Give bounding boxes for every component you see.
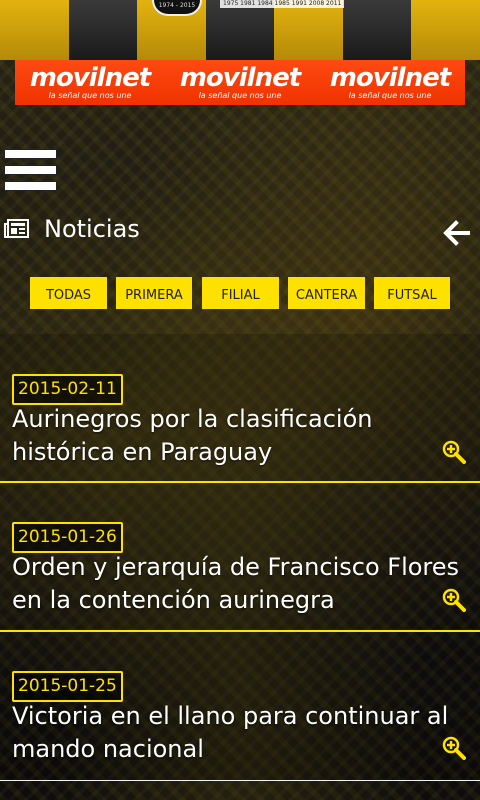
banner-stripe — [274, 0, 343, 60]
sponsor-logo-name: movilnet — [29, 63, 151, 93]
section-header: Noticias — [0, 212, 480, 252]
news-title[interactable]: Aurinegros por la clasificación históric… — [12, 403, 468, 469]
banner-stripe — [411, 0, 480, 60]
tab-cantera[interactable]: CANTERA — [288, 277, 365, 309]
sponsor-logo: movilnet la señal que nos une — [29, 63, 151, 100]
menu-bar — [4, 165, 57, 175]
news-item[interactable]: 2015-02-11 Aurinegros por la clasificaci… — [0, 334, 480, 483]
hamburger-menu-icon[interactable] — [4, 149, 57, 191]
tab-primera[interactable]: PRIMERA — [116, 277, 192, 309]
banner-stripe — [342, 0, 412, 60]
newspaper-icon — [4, 219, 29, 238]
sponsor-logo-tagline: la señal que nos une — [348, 91, 432, 100]
zoom-in-icon[interactable] — [442, 588, 466, 612]
news-date: 2015-01-25 — [12, 671, 123, 702]
zoom-in-icon[interactable] — [442, 440, 466, 464]
tab-futsal[interactable]: FUTSAL — [374, 277, 450, 309]
sponsor-logo-name: movilnet — [329, 63, 451, 93]
news-item[interactable]: 2015-01-25 Victoria en el llano para con… — [0, 632, 480, 781]
banner-stripe — [205, 0, 275, 60]
news-date: 2015-01-26 — [12, 522, 123, 553]
tab-filial[interactable]: FILIAL — [202, 277, 279, 309]
news-item[interactable]: 2015-01-26 Orden y jerarquía de Francisc… — [0, 483, 480, 632]
title-years: 1975 1981 1984 1985 1991 2008 2011 — [220, 0, 345, 8]
menu-bar — [4, 181, 57, 191]
tab-todas[interactable]: TODAS — [30, 277, 107, 309]
sponsor-banner: movilnet la señal que nos une movilnet l… — [15, 60, 465, 105]
sponsor-logo-tagline: la señal que nos une — [198, 91, 282, 100]
category-tabs: TODAS PRIMERA FILIAL CANTERA FUTSAL — [0, 277, 480, 309]
news-title[interactable]: Orden y jerarquía de Francisco Flores en… — [12, 551, 468, 617]
banner-stripe — [0, 0, 69, 60]
sponsor-logo-tagline: la señal que nos une — [48, 91, 132, 100]
top-banner: 1974 - 2015 1975 1981 1984 1985 1991 200… — [0, 0, 480, 60]
banner-stripe — [68, 0, 138, 60]
menu-bar — [4, 149, 57, 159]
news-title[interactable]: Victoria en el llano para continuar al m… — [12, 700, 468, 766]
sponsor-logo: movilnet la señal que nos une — [179, 63, 301, 100]
page-title: Noticias — [44, 215, 140, 243]
news-date: 2015-02-11 — [12, 374, 123, 405]
zoom-in-icon[interactable] — [442, 736, 466, 760]
sponsor-logo: movilnet la señal que nos une — [329, 63, 451, 100]
sponsor-logo-name: movilnet — [179, 63, 301, 93]
arrow-left-icon[interactable] — [442, 220, 470, 246]
